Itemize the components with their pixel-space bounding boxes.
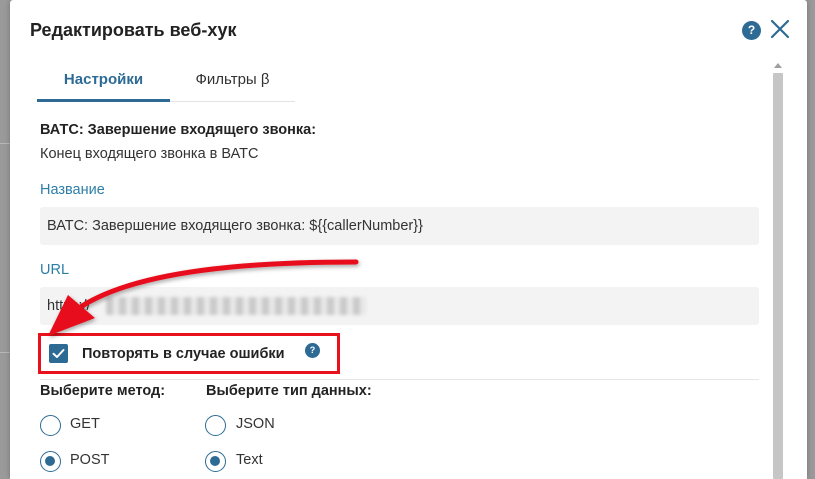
radio-post[interactable] <box>40 451 61 472</box>
data-type-label: Выберите тип данных: <box>206 383 372 399</box>
tab-filters[interactable]: Фильтры β <box>170 62 295 102</box>
radio-get[interactable] <box>40 415 61 436</box>
radio-text[interactable] <box>205 451 226 472</box>
retry-label: Повторять в случае ошибки <box>82 346 285 362</box>
background-page-line <box>0 352 10 353</box>
scrollbar[interactable] <box>771 60 785 479</box>
name-field-label: Название <box>40 182 105 198</box>
tab-bar: Настройки Фильтры β <box>37 62 295 102</box>
help-icon[interactable]: ? <box>742 21 761 40</box>
url-field-label: URL <box>40 262 70 278</box>
radio-json-label: JSON <box>236 416 275 432</box>
name-input[interactable]: ВАТС: Завершение входящего звонка: ${{ca… <box>40 207 759 245</box>
method-label: Выберите метод: <box>40 383 166 399</box>
scroll-up-arrow-icon[interactable] <box>774 63 782 68</box>
radio-json[interactable] <box>205 415 226 436</box>
event-title: ВАТС: Завершение входящего звонка: <box>40 122 317 138</box>
edit-webhook-modal: Редактировать веб-хук ? Настройки Фильтр… <box>10 0 807 479</box>
modal-title: Редактировать веб-хук <box>30 20 237 40</box>
section-divider <box>40 379 759 380</box>
radio-text-label: Text <box>236 452 263 468</box>
event-description: Конец входящего звонка в ВАТС <box>40 146 259 162</box>
tab-settings[interactable]: Настройки <box>37 62 170 102</box>
background-page-line <box>0 143 10 144</box>
close-icon[interactable] <box>768 17 792 41</box>
radio-post-label: POST <box>70 452 110 468</box>
retry-checkbox[interactable] <box>49 344 68 363</box>
redacted-url-mask <box>106 297 366 315</box>
retry-help-icon[interactable]: ? <box>305 343 320 358</box>
retry-on-error-highlight: Повторять в случае ошибки ? <box>38 333 340 374</box>
radio-get-label: GET <box>70 416 100 432</box>
checkmark-icon <box>52 349 65 358</box>
scroll-thumb[interactable] <box>773 73 783 479</box>
